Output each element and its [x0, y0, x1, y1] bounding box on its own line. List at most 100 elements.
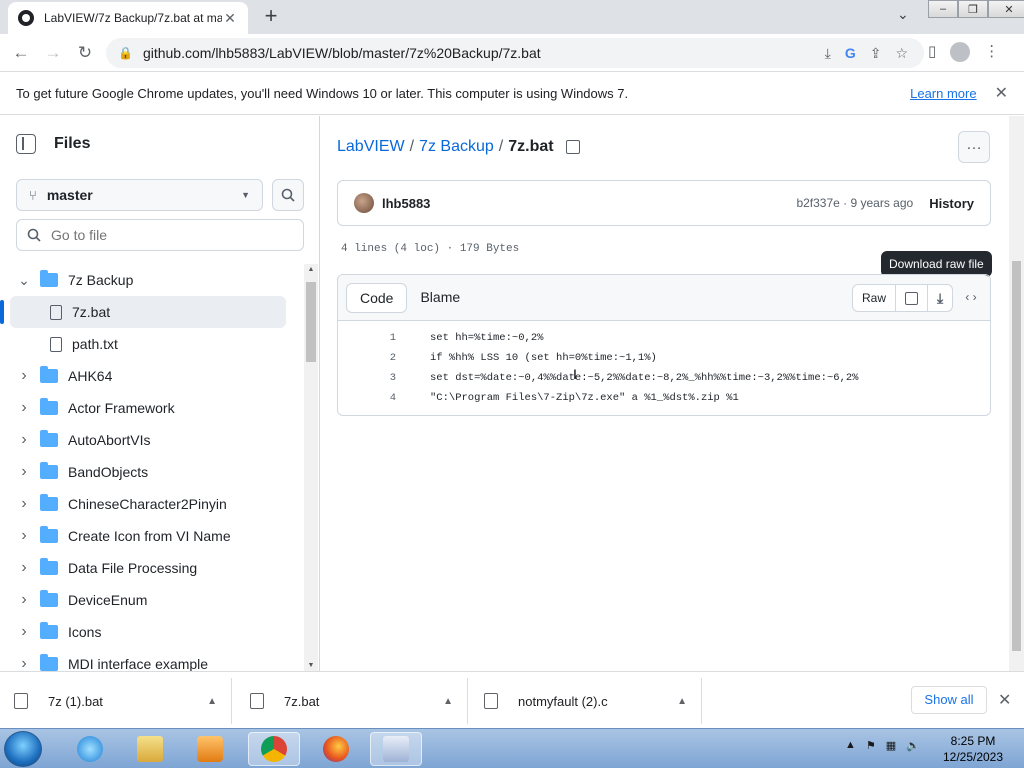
google-icon[interactable]: G: [845, 45, 856, 62]
sidebar-scrollbar[interactable]: ▲ ▼: [304, 264, 318, 671]
tray-expand-icon[interactable]: ▲: [845, 739, 856, 752]
scroll-down-icon[interactable]: ▼: [304, 662, 318, 669]
chevron-right-icon[interactable]: ›: [16, 495, 32, 513]
volume-icon[interactable]: 🔈: [906, 739, 920, 752]
breadcrumb-folder-link[interactable]: 7z Backup: [419, 138, 494, 156]
browser-tab[interactable]: LabVIEW/7z Backup/7z.bat at master ✕: [8, 2, 248, 34]
page-scroll-thumb[interactable]: [1012, 261, 1021, 651]
folder-icon: [40, 654, 58, 671]
copy-raw-button[interactable]: [896, 285, 929, 311]
breadcrumb-repo-link[interactable]: LabVIEW: [337, 138, 405, 156]
download-raw-button[interactable]: ⤓: [928, 285, 952, 311]
address-bar[interactable]: 🔒 github.com/lhb5883/LabVIEW/blob/master…: [106, 38, 924, 68]
chevron-right-icon[interactable]: ›: [16, 623, 32, 641]
chevron-right-icon[interactable]: ›: [16, 431, 32, 449]
tree-folder-item[interactable]: ⌄ 7z Backup: [0, 264, 304, 296]
network-icon[interactable]: ▦: [886, 739, 896, 752]
chevron-right-icon[interactable]: ›: [16, 591, 32, 609]
tree-folder-item[interactable]: › BandObjects: [0, 456, 304, 488]
taskbar-notepad[interactable]: [370, 732, 422, 766]
window-close-button[interactable]: ✕: [988, 0, 1024, 18]
taskbar-firefox[interactable]: [310, 732, 362, 766]
show-all-downloads-button[interactable]: Show all: [911, 686, 987, 714]
learn-more-link[interactable]: Learn more: [910, 86, 976, 101]
chevron-right-icon[interactable]: ›: [16, 655, 32, 671]
scroll-up-icon[interactable]: ▲: [304, 266, 318, 273]
sidebar-scroll-thumb[interactable]: [306, 282, 316, 362]
latest-commit-bar: lhb5883 b2f337e · 9 years ago History: [337, 180, 991, 226]
side-panel-icon[interactable]: ▯: [928, 42, 936, 62]
chevron-right-icon[interactable]: ›: [16, 463, 32, 481]
tree-folder-item[interactable]: › AutoAbortVIs: [0, 424, 304, 456]
tree-folder-item[interactable]: › DeviceEnum: [0, 584, 304, 616]
tree-file-item[interactable]: path.txt: [0, 328, 304, 360]
tab-code[interactable]: Code: [346, 283, 408, 313]
tree-folder-item[interactable]: › Actor Framework: [0, 392, 304, 424]
action-center-icon[interactable]: ⚑: [866, 739, 876, 752]
forward-icon[interactable]: →: [42, 42, 64, 64]
chevron-up-icon[interactable]: ▲: [443, 696, 453, 707]
downloads-close-icon[interactable]: ✕: [998, 690, 1011, 710]
collapse-sidebar-icon[interactable]: [16, 134, 36, 154]
system-clock[interactable]: 8:25 PM 12/25/2023: [928, 733, 1018, 765]
chevron-right-icon[interactable]: ›: [16, 559, 32, 577]
back-icon[interactable]: ←: [10, 42, 32, 64]
taskbar-explorer[interactable]: [124, 732, 176, 766]
avatar[interactable]: [354, 193, 374, 213]
tab-search-icon[interactable]: ⌄: [897, 6, 909, 23]
page-scrollbar[interactable]: [1009, 116, 1024, 671]
raw-button[interactable]: Raw: [853, 285, 897, 311]
sidebar-title: Files: [54, 135, 91, 152]
infobar-close-icon[interactable]: ✕: [995, 83, 1008, 103]
download-filename: notmyfault (2).c: [518, 693, 608, 709]
chevron-down-icon[interactable]: ⌄: [16, 272, 32, 289]
more-options-button[interactable]: …: [958, 131, 990, 163]
line-number[interactable]: 3: [338, 372, 396, 384]
bookmark-star-icon[interactable]: ☆: [895, 45, 908, 62]
restore-button[interactable]: ❐: [958, 0, 988, 18]
tree-folder-item[interactable]: › ChineseCharacter2Pinyin: [0, 488, 304, 520]
copy-path-icon[interactable]: [565, 140, 580, 154]
download-icon[interactable]: ⤓: [825, 45, 831, 62]
chevron-right-icon[interactable]: ›: [16, 367, 32, 385]
line-number[interactable]: 1: [338, 332, 396, 344]
url-text[interactable]: github.com/lhb5883/LabVIEW/blob/master/7…: [143, 45, 825, 61]
chevron-up-icon[interactable]: ▲: [207, 696, 217, 707]
chevron-up-icon[interactable]: ▲: [677, 696, 687, 707]
tree-folder-item[interactable]: › Data File Processing: [0, 552, 304, 584]
taskbar-chrome[interactable]: [248, 732, 300, 766]
menu-kebab-icon[interactable]: ⋮: [984, 42, 999, 62]
new-tab-button[interactable]: +: [260, 5, 282, 27]
taskbar-ie[interactable]: [64, 732, 116, 766]
start-button[interactable]: [4, 731, 42, 767]
tree-item-label: MDI interface example: [68, 656, 209, 671]
reload-icon[interactable]: ↻: [74, 42, 96, 64]
go-to-file-input[interactable]: [51, 227, 291, 243]
lock-icon[interactable]: 🔒: [118, 46, 133, 60]
line-number[interactable]: 4: [338, 392, 396, 404]
share-icon[interactable]: ⇪: [870, 45, 882, 62]
download-item[interactable]: 7z.bat ▲: [236, 678, 468, 724]
tree-file-item[interactable]: 7z.bat: [0, 296, 286, 328]
line-number[interactable]: 2: [338, 352, 396, 364]
chevron-right-icon[interactable]: ›: [16, 527, 32, 545]
tree-folder-item[interactable]: › Icons: [0, 616, 304, 648]
commit-author[interactable]: lhb5883: [382, 196, 796, 211]
history-button[interactable]: History: [929, 196, 974, 211]
minimize-button[interactable]: –: [928, 0, 958, 18]
symbols-panel-button[interactable]: ‹›: [957, 284, 985, 312]
tree-folder-item[interactable]: › MDI interface example: [0, 648, 304, 671]
taskbar-media-player[interactable]: [184, 732, 236, 766]
tab-blame[interactable]: Blame: [407, 283, 473, 313]
profile-avatar-icon[interactable]: [950, 42, 971, 62]
tree-folder-item[interactable]: › Create Icon from VI Name: [0, 520, 304, 552]
commit-meta[interactable]: b2f337e · 9 years ago: [796, 196, 913, 210]
chevron-right-icon[interactable]: ›: [16, 399, 32, 417]
tab-close-icon[interactable]: ✕: [222, 10, 238, 27]
tree-folder-item[interactable]: › AHK64: [0, 360, 304, 392]
file-search-button[interactable]: [272, 179, 304, 211]
branch-selector[interactable]: ⑂ master ▼: [16, 179, 263, 211]
go-to-file-field[interactable]: [16, 219, 304, 251]
download-item[interactable]: notmyfault (2).c ▲: [470, 678, 702, 724]
download-item[interactable]: 7z (1).bat ▲: [0, 678, 232, 724]
